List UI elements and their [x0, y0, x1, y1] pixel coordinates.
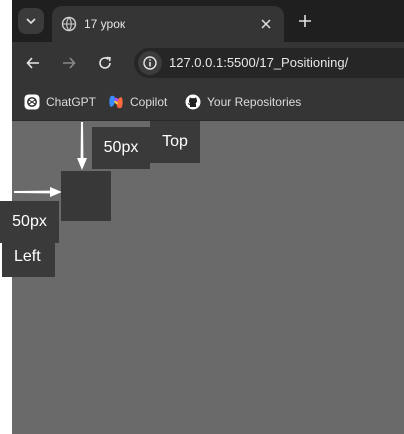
site-info-button[interactable] — [138, 51, 162, 75]
new-tab-button[interactable] — [294, 10, 316, 32]
browser-toolbar: 127.0.0.1:5500/17_Positioning/ — [12, 42, 404, 84]
arrow-down-icon — [77, 122, 87, 170]
url-text[interactable]: 127.0.0.1:5500/17_Positioning/ — [169, 55, 348, 71]
top-label: Top — [150, 121, 200, 163]
tab-title: 17 урок — [84, 17, 126, 31]
bookmarks-bar: ChatGPT Copilot Your Repositories — [12, 84, 404, 121]
copilot-icon — [109, 95, 123, 109]
reload-icon — [99, 56, 111, 69]
bookmark-chatgpt[interactable]: ChatGPT — [24, 92, 96, 112]
plus-icon — [299, 15, 311, 27]
top-value-label: 50px — [92, 127, 150, 169]
chatgpt-icon — [24, 94, 40, 110]
tab-strip: 17 урок — [12, 0, 404, 42]
left-label: Left — [2, 237, 55, 277]
tab-active[interactable]: 17 урок — [52, 6, 284, 42]
arrow-right-icon — [63, 57, 76, 69]
bookmark-copilot[interactable]: Copilot — [108, 92, 167, 112]
bookmark-your-repositories[interactable]: Your Repositories — [185, 92, 301, 112]
bookmark-label: Your Repositories — [207, 95, 302, 109]
info-icon — [143, 56, 157, 70]
tab-search-button[interactable] — [18, 8, 44, 34]
globe-icon — [61, 16, 77, 32]
bookmark-label: Copilot — [130, 95, 168, 109]
github-icon — [185, 94, 201, 110]
close-icon — [261, 19, 271, 29]
positioned-square — [61, 171, 111, 221]
reload-button[interactable] — [94, 52, 116, 74]
back-button[interactable] — [22, 52, 44, 74]
arrow-left-icon — [26, 57, 39, 69]
forward-button[interactable] — [58, 52, 80, 74]
bookmark-label: ChatGPT — [46, 95, 97, 109]
chevron-down-icon — [26, 18, 36, 25]
address-bar[interactable]: 127.0.0.1:5500/17_Positioning/ — [134, 48, 404, 78]
arrow-right-icon — [14, 187, 62, 197]
close-tab-button[interactable] — [256, 14, 276, 34]
